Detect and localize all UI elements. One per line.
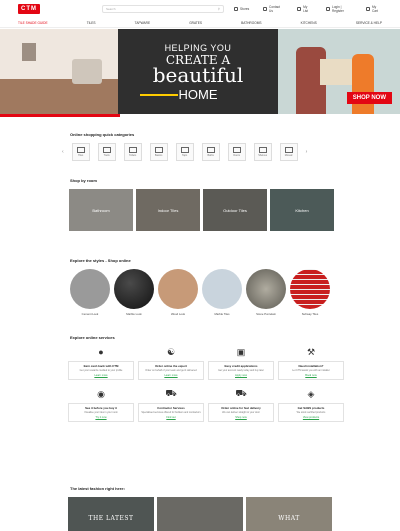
room-card-bathroom[interactable]: Bathroom	[69, 189, 133, 231]
style-swatch	[246, 269, 286, 309]
style-swatch	[158, 269, 198, 309]
top-bar: CTM Search ⚲ Stores Contact Us My List L…	[0, 0, 400, 18]
service-card[interactable]: ◉ See it before you buy it Visualise your …	[68, 388, 134, 426]
ctm-logo[interactable]: CTM	[18, 4, 40, 14]
shop-now-button[interactable]: SHOP NOW	[346, 92, 392, 104]
quick-categories-title: Online shopping quick categories	[70, 132, 135, 137]
category-item[interactable]: Toilets	[123, 143, 142, 161]
hero-banner[interactable]: HELPING YOU CREATE A beautiful HOME SHOP…	[0, 29, 400, 114]
search-icon[interactable]: ⚲	[218, 7, 220, 11]
shield-icon: ◈	[307, 388, 315, 399]
cart-icon	[366, 7, 370, 11]
hero-accent-bar	[140, 94, 178, 96]
fashion-card[interactable]: WHAT	[246, 497, 332, 531]
style-swatch	[114, 269, 154, 309]
shop-by-room-section: Shop by room Bathroom Indoor Tiles Outdo…	[0, 178, 400, 231]
heart-icon	[297, 7, 302, 11]
service-card[interactable]: ⚒ Need installation? Let CTM assist you wi…	[278, 346, 344, 384]
hammer-icon: ⚒	[306, 346, 316, 357]
fashion-title: The latest fashion right here:	[70, 486, 125, 491]
piggy-bank-icon: ●	[98, 347, 104, 357]
service-link[interactable]: Find out	[141, 416, 201, 419]
delivery-icon: ⛟	[235, 388, 247, 398]
truck-icon: ⛟	[165, 388, 177, 398]
nav-tiles[interactable]: TILES	[87, 21, 96, 25]
nav-bathrooms[interactable]: BATHROOMS	[241, 21, 261, 25]
category-item[interactable]: Tools	[97, 143, 116, 161]
service-card[interactable]: ⛟ Contractor Services Specialised services…	[138, 388, 204, 426]
page: CTM Search ⚲ Stores Contact Us My List L…	[0, 0, 400, 531]
fashion-card[interactable]: THE LATEST	[68, 497, 154, 531]
nav-tapware[interactable]: TAPWARE	[135, 21, 150, 25]
phone-icon	[263, 7, 268, 11]
header-links: Stores Contact Us My List Login | Regist…	[234, 5, 382, 13]
category-item[interactable]: Baths	[201, 143, 220, 161]
pin-icon	[234, 7, 238, 11]
handshake-icon: ☯	[166, 346, 176, 357]
room-card-kitchen[interactable]: Kitchen	[270, 189, 334, 231]
service-link[interactable]: Shop now	[211, 416, 271, 419]
search-input[interactable]: Search ⚲	[102, 5, 224, 13]
chevron-right-icon[interactable]: ›	[306, 149, 308, 155]
style-swatch	[70, 269, 110, 309]
eye-icon: ◉	[97, 388, 105, 399]
fashion-section: The latest fashion right here: THE LATES…	[0, 486, 400, 531]
service-card[interactable]: ● Earn cash back with CTM Get your rewards…	[68, 346, 134, 384]
card-icon: ▣	[236, 346, 246, 357]
hero-line-1: HELPING YOU	[164, 43, 232, 53]
quick-categories-section: Online shopping quick categories ‹ Tiles…	[0, 132, 400, 161]
service-card[interactable]: ◈ Get SABS products We stock certified pro…	[278, 388, 344, 426]
styles-section: Explore the styles - Shop online Cement …	[0, 258, 400, 316]
room-card-outdoor-tiles[interactable]: Outdoor Tiles	[203, 189, 267, 231]
hero-text-panel: HELPING YOU CREATE A beautiful HOME	[118, 29, 278, 114]
chevron-left-icon[interactable]: ‹	[62, 149, 64, 155]
nav-tile-shade-guide[interactable]: TILE SHADE GUIDE	[18, 21, 48, 25]
login-link[interactable]: Login | Register	[326, 5, 352, 13]
service-link[interactable]: Learn more	[141, 374, 201, 377]
hero-room-image	[0, 29, 118, 114]
shop-by-room-title: Shop by room	[70, 178, 97, 183]
contact-link[interactable]: Contact Us	[263, 5, 283, 13]
search-placeholder: Search	[106, 7, 116, 11]
nav-service-help[interactable]: SERVICE & HELP	[356, 21, 382, 25]
style-wood-look[interactable]: Wood Look	[158, 269, 198, 316]
service-link[interactable]: View products	[281, 416, 341, 419]
service-card[interactable]: ▣ Easy credit applications Get your accoun…	[208, 346, 274, 384]
service-link[interactable]: Learn more	[71, 374, 131, 377]
cart-link[interactable]: My Cart	[366, 5, 382, 13]
hero-line-3: beautiful	[152, 63, 244, 87]
service-card[interactable]: ⛟ Order online for fast delivery We can de…	[208, 388, 274, 426]
my-list-link[interactable]: My List	[297, 5, 312, 13]
styles-title: Explore the styles - Shop online	[70, 258, 131, 263]
stores-link[interactable]: Stores	[234, 5, 249, 13]
style-cement-look[interactable]: Cement Look	[70, 269, 110, 316]
category-item[interactable]: Basins	[149, 143, 168, 161]
service-link[interactable]: Try it now	[71, 416, 131, 419]
category-item[interactable]: Taps	[175, 143, 194, 161]
nav-grates[interactable]: GRATES	[189, 21, 202, 25]
style-swatch	[290, 269, 330, 309]
service-link[interactable]: Apply now	[211, 374, 271, 377]
category-item[interactable]: Tiles	[71, 143, 90, 161]
category-item[interactable]: Mosaic	[279, 143, 298, 161]
services-section: Explore online services ● Earn cash back …	[0, 335, 400, 426]
category-item[interactable]: Shelves	[253, 143, 272, 161]
style-swatch	[202, 269, 242, 309]
style-stone-porcelain[interactable]: Stone Porcelain	[246, 269, 286, 316]
room-card-indoor-tiles[interactable]: Indoor Tiles	[136, 189, 200, 231]
service-card[interactable]: ☯ Order online the expert Order on behalf …	[138, 346, 204, 384]
style-marble-look[interactable]: Marble Look	[114, 269, 154, 316]
main-nav: TILE SHADE GUIDE TILES TAPWARE GRATES BA…	[0, 18, 400, 28]
hero-couple-image: SHOP NOW	[278, 29, 400, 114]
service-link[interactable]: Book now	[281, 374, 341, 377]
hero-underline	[0, 114, 120, 117]
category-item[interactable]: Doors	[227, 143, 246, 161]
nav-kitchens[interactable]: KITCHENS	[301, 21, 317, 25]
style-subway-tiles[interactable]: Subway Tiles	[290, 269, 330, 316]
style-marble-tiles[interactable]: Marble Tiles	[202, 269, 242, 316]
user-icon	[326, 7, 330, 11]
fashion-card[interactable]	[157, 497, 243, 531]
services-title: Explore online services	[70, 335, 115, 340]
